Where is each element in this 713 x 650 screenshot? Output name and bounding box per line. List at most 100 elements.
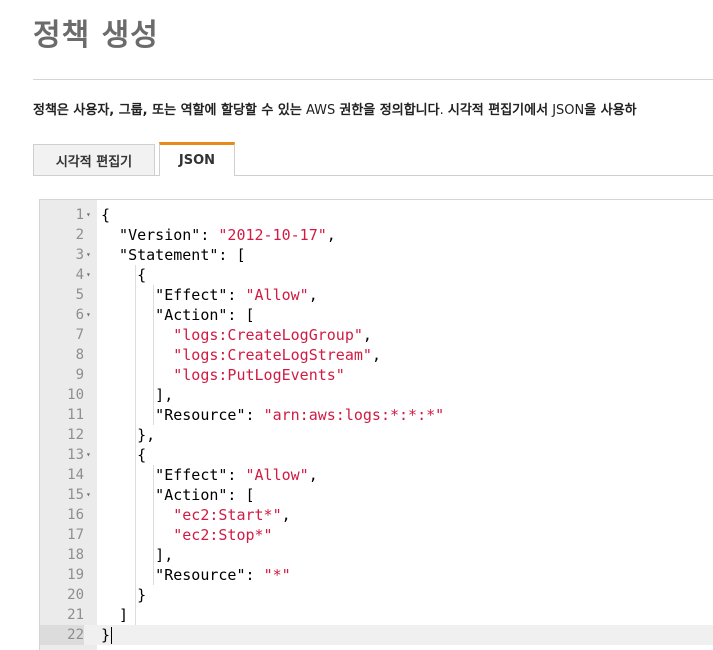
line-number: 7	[75, 327, 84, 343]
fold-toggle-icon[interactable]: ▾	[86, 245, 91, 265]
description-part-6: JSON	[548, 103, 585, 118]
code-text: "Action": [	[101, 485, 254, 505]
code-token: ]	[101, 606, 129, 624]
code-line[interactable]: 16 "ec2:Start*",	[40, 505, 713, 525]
code-text: "logs:CreateLogStream",	[101, 345, 381, 365]
description-part-4: .	[439, 103, 448, 118]
line-number: 6	[75, 307, 84, 323]
fold-toggle-icon[interactable]: ▾	[86, 205, 91, 225]
code-line[interactable]: 3 ▾ "Statement": [	[40, 245, 713, 265]
fold-toggle-icon[interactable]: ▾	[86, 485, 91, 505]
line-number: 19	[67, 567, 84, 583]
code-line[interactable]: 1 ▾ {	[40, 205, 713, 225]
code-line[interactable]: 21 ]	[40, 605, 713, 625]
string-token: "2012-10-17"	[218, 226, 327, 244]
code-line[interactable]: 5 "Effect": "Allow",	[40, 285, 713, 305]
code-token: {	[101, 446, 147, 464]
fold-toggle-icon[interactable]: ▾	[86, 305, 91, 325]
code-token: }	[101, 626, 111, 644]
string-token: "Allow"	[245, 286, 309, 304]
code-line[interactable]: 8 "logs:CreateLogStream",	[40, 345, 713, 365]
line-number: 20	[67, 587, 84, 603]
code-text: "Resource": "*"	[101, 565, 290, 585]
code-token: "Effect":	[101, 286, 246, 304]
code-line[interactable]: 4 ▾ {	[40, 265, 713, 285]
code-token: "Resource":	[101, 566, 264, 584]
code-line[interactable]: 22}	[40, 625, 713, 645]
text-cursor	[111, 627, 113, 644]
line-number: 3	[75, 247, 84, 263]
string-token: "logs:CreateLogStream"	[173, 346, 372, 364]
code-line[interactable]: 6 ▾ "Action": [	[40, 305, 713, 325]
fold-toggle-icon[interactable]: ▾	[86, 265, 91, 285]
line-number: 2	[75, 227, 84, 243]
code-text: "ec2:Start*",	[101, 505, 290, 525]
page-description: 정책은 사용자, 그룹, 또는 역할에 할당할 수 있는 AWS 권한을 정의합…	[33, 99, 637, 118]
description-part-7: 을 사용하	[584, 103, 637, 118]
tabs-underline	[33, 175, 713, 176]
code-line[interactable]: 9 "logs:PutLogEvents"	[40, 365, 713, 385]
line-number: 1	[75, 207, 84, 223]
header-divider	[33, 79, 713, 80]
line-number: 8	[75, 347, 84, 363]
json-code-editor[interactable]: 1 ▾{2 "Version": "2012-10-17", 3 ▾ "Stateme…	[39, 199, 713, 650]
code-text: "ec2:Stop*"	[101, 525, 272, 545]
line-number: 10	[67, 387, 84, 403]
tab-json[interactable]: JSON	[159, 142, 235, 176]
code-token: },	[101, 426, 156, 444]
code-line[interactable]: 18 ],	[40, 545, 713, 565]
line-number: 17	[67, 527, 84, 543]
code-text: }	[101, 625, 110, 645]
code-text: "Version": "2012-10-17",	[101, 225, 336, 245]
code-text: {	[101, 265, 146, 285]
description-part-3: 권한을 정의합니다	[339, 103, 440, 118]
code-line[interactable]: 12 },	[40, 425, 713, 445]
line-number: 15	[67, 487, 84, 503]
string-token: "arn:aws:logs:*:*:*"	[263, 406, 445, 424]
description-part-1: 정책은 사용자, 그룹, 또는 역할에 할당할 수 있는	[33, 103, 302, 118]
string-token: "Allow"	[245, 466, 309, 484]
code-line[interactable]: 13 ▾ {	[40, 445, 713, 465]
code-line[interactable]: 11 "Resource": "arn:aws:logs:*:*:*"	[40, 405, 713, 425]
code-line[interactable]: 20 }	[40, 585, 713, 605]
code-token: ,	[308, 286, 318, 304]
code-token: ],	[101, 546, 174, 564]
code-line[interactable]: 19 "Resource": "*"	[40, 565, 713, 585]
code-line[interactable]: 15 ▾ "Action": [	[40, 485, 713, 505]
code-text: "Effect": "Allow",	[101, 285, 318, 305]
code-text: "Action": [	[101, 305, 254, 325]
description-part-2: AWS	[301, 103, 340, 118]
code-token: ,	[326, 226, 336, 244]
code-token: {	[101, 266, 147, 284]
code-token: "Effect":	[101, 466, 246, 484]
line-number: 9	[75, 367, 84, 383]
code-text: ]	[101, 605, 128, 625]
line-number: 4	[75, 267, 84, 283]
code-line[interactable]: 7 "logs:CreateLogGroup",	[40, 325, 713, 345]
page-title: 정책 생성	[33, 18, 159, 53]
line-number: 16	[67, 507, 84, 523]
code-token: }	[101, 586, 147, 604]
code-text: {	[101, 205, 110, 225]
code-line[interactable]: 14 "Effect": "Allow",	[40, 465, 713, 485]
string-token: "logs:CreateLogGroup"	[173, 326, 363, 344]
fold-toggle-icon[interactable]: ▾	[86, 445, 91, 465]
code-line[interactable]: 2 "Version": "2012-10-17",	[40, 225, 713, 245]
code-token: ,	[371, 346, 381, 364]
code-text: "logs:PutLogEvents"	[101, 365, 345, 385]
code-token: "Statement": [	[101, 246, 246, 264]
code-line[interactable]: 17 "ec2:Stop*"	[40, 525, 713, 545]
code-line[interactable]: 10 ],	[40, 385, 713, 405]
code-text: "logs:CreateLogGroup",	[101, 325, 372, 345]
code-token: "Resource":	[101, 406, 264, 424]
code-text: "Resource": "arn:aws:logs:*:*:*"	[101, 405, 444, 425]
line-number: 5	[75, 287, 84, 303]
code-token: "Version":	[101, 226, 219, 244]
code-text: }	[101, 585, 146, 605]
tab-visual-editor[interactable]: 시각적 편집기	[33, 144, 155, 175]
